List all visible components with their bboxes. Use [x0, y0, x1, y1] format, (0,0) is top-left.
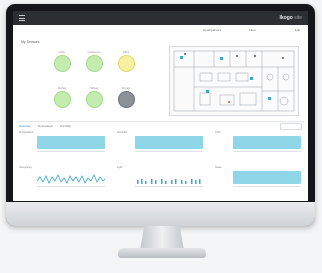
panel-chart [37, 136, 105, 149]
tab-temperature[interactable]: Temperature [37, 124, 53, 128]
metric-panel[interactable]: Occupancy [19, 166, 107, 196]
sensor-device[interactable]: Hallway [83, 87, 105, 108]
sensor-status-circle [117, 91, 135, 108]
floor-plan-map[interactable] [169, 46, 299, 116]
sensor-status-circle [85, 55, 103, 72]
building-select[interactable]: Headquarters [203, 28, 221, 32]
monitor-stand [140, 226, 184, 250]
sensor-device[interactable]: Kitchen [51, 87, 73, 108]
search-input[interactable] [280, 123, 302, 130]
sensor-status-circle [117, 55, 135, 72]
metric-panel[interactable]: Temperature [19, 131, 107, 161]
sensor-device[interactable]: Office [115, 51, 137, 72]
metric-panel[interactable]: Noise [215, 166, 303, 196]
sub-toolbar: Headquarters Floor Edit [13, 25, 308, 35]
panel-axis [135, 151, 203, 152]
panel-chart [233, 136, 301, 149]
metric-panel[interactable]: Humidity [117, 131, 205, 161]
sensor-device[interactable]: Storage [115, 87, 137, 108]
tab-overview[interactable]: Overview [19, 124, 31, 128]
floor-plan-drawing [173, 50, 295, 112]
monitor-base [118, 248, 206, 258]
metric-panel[interactable]: CO2 [215, 131, 303, 161]
dashboard-screen: Ikogo site Headquarters Floor Edit My Se… [13, 11, 308, 201]
panel-sparkline [137, 179, 201, 184]
sensor-status-circle [53, 91, 71, 108]
metric-panel[interactable]: Light [117, 166, 205, 196]
panel-axis [37, 151, 105, 152]
panel-title: Noise [215, 166, 222, 169]
sensor-status-circle [85, 91, 103, 108]
panel-sparkline [37, 174, 105, 184]
panel-axis [135, 186, 203, 187]
floor-select[interactable]: Floor [249, 28, 256, 32]
panel-chart [135, 136, 203, 149]
panel-title: Occupancy [19, 166, 32, 169]
section-divider [17, 121, 304, 122]
brand-name: Ikogo [279, 15, 293, 21]
panel-title: CO2 [215, 131, 221, 134]
sensors-section-title: My Sensors [21, 40, 40, 44]
panel-title: Light [117, 166, 123, 169]
monitor-chin [6, 202, 315, 226]
panel-axis [37, 186, 105, 187]
top-bar: Ikogo site [13, 11, 308, 25]
chart-tabs: Overview Temperature Humidity [19, 124, 77, 128]
panel-axis [233, 186, 301, 187]
panel-title: Temperature [19, 131, 34, 134]
panel-axis [233, 151, 301, 152]
sensor-device[interactable]: Lobby [51, 51, 73, 72]
tab-humidity[interactable]: Humidity [60, 124, 71, 128]
sensor-status-circle [53, 55, 71, 72]
brand-suffix: site [294, 15, 302, 21]
brand-logo: Ikogo site [279, 13, 302, 23]
panel-chart [233, 171, 301, 184]
sensor-device[interactable]: Conference [83, 51, 105, 72]
edit-link[interactable]: Edit [295, 28, 300, 32]
hamburger-icon[interactable] [19, 15, 25, 21]
panel-title: Humidity [117, 131, 128, 134]
